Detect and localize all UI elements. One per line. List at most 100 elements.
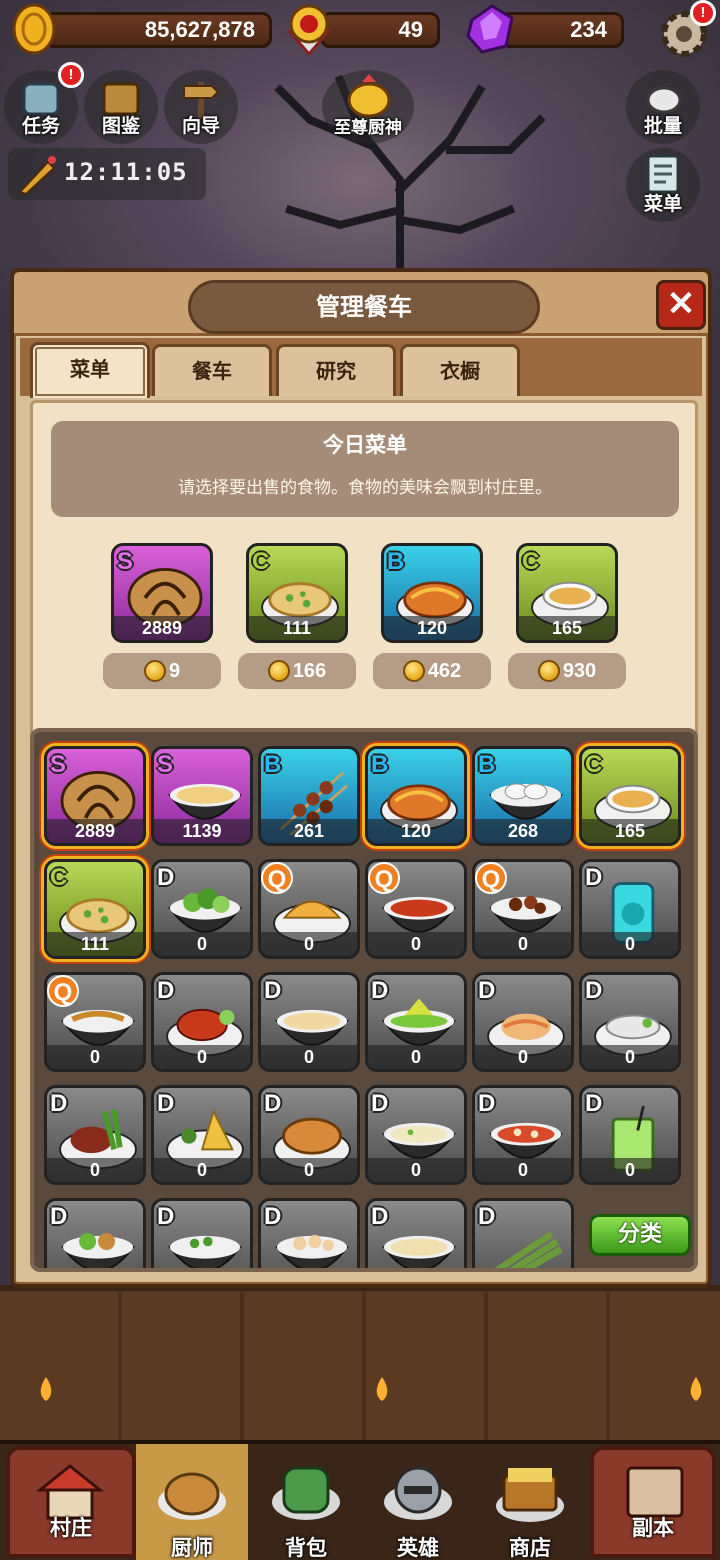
food-item-card[interactable]: D <box>472 1198 574 1268</box>
food-item-card[interactable]: D0 <box>472 972 574 1072</box>
quest-alert-badge: ! <box>58 62 84 88</box>
food-count: 120 <box>384 616 480 640</box>
rank-badge: D <box>264 1090 282 1117</box>
today-menu-slot[interactable]: B 120 <box>381 543 483 643</box>
gold-counter: 85,627,878 <box>44 12 272 48</box>
nav-village[interactable]: 村庄 <box>6 1446 136 1558</box>
rank-badge: C <box>252 548 270 575</box>
food-item-card[interactable]: D0 <box>579 1085 681 1185</box>
price-tag: 166 <box>238 653 356 689</box>
tab-bar: 菜单 餐车 研究 衣橱 <box>20 338 702 398</box>
rank-badge: D <box>50 1090 68 1117</box>
asparagus-icon <box>494 1231 563 1268</box>
food-item-card[interactable]: D0 <box>258 972 360 1072</box>
food-item-card[interactable]: D0 <box>151 1085 253 1185</box>
nav-dungeon[interactable]: 副本 <box>590 1446 716 1558</box>
food-item-card[interactable]: D0 <box>151 859 253 959</box>
pea-bowl-icon <box>168 1235 242 1268</box>
food-item-card[interactable]: D0 <box>472 1085 574 1185</box>
nav-chef[interactable]: 厨师 <box>136 1444 248 1560</box>
nav-hero[interactable]: 英雄 <box>362 1444 474 1560</box>
food-count: 165 <box>519 616 615 640</box>
treasure-chest-icon <box>496 1468 564 1522</box>
tab-food-truck[interactable]: 餐车 <box>152 344 272 396</box>
food-item-card[interactable]: D <box>258 1198 360 1268</box>
food-item-card[interactable]: C 165 <box>579 746 681 846</box>
torch-icon <box>40 1377 52 1433</box>
food-item-card[interactable]: S 1139 <box>151 746 253 846</box>
food-count: 0 <box>475 1045 571 1069</box>
food-count: 2889 <box>47 819 143 843</box>
close-icon: ✕ <box>666 285 696 323</box>
food-count: 111 <box>47 932 143 956</box>
food-item-card[interactable]: D <box>151 1198 253 1268</box>
today-menu-slot[interactable]: S 2889 <box>111 543 213 643</box>
nav-bag-label: 背包 <box>285 1536 327 1560</box>
food-item-card[interactable]: D0 <box>258 1085 360 1185</box>
food-count: 0 <box>368 932 464 956</box>
food-item-card[interactable]: S 2889 <box>44 746 146 846</box>
food-item-card[interactable]: Q0 <box>472 859 574 959</box>
chef-god-button[interactable]: 至尊厨神 <box>322 70 414 144</box>
food-item-card[interactable]: D0 <box>44 1085 146 1185</box>
menu-button[interactable]: 菜单 <box>626 148 700 222</box>
seafood-bowl-icon <box>275 1234 349 1268</box>
gold-coin-icon <box>267 660 290 682</box>
today-menu-slot[interactable]: C 111 <box>246 543 348 643</box>
food-item-card[interactable]: B 261 <box>258 746 360 846</box>
food-item-card[interactable]: B 120 <box>365 746 467 846</box>
food-count: 0 <box>47 1045 143 1069</box>
event-timer[interactable]: 12:11:05 <box>8 148 206 200</box>
food-item-card[interactable]: Q0 <box>365 859 467 959</box>
torch-icon <box>376 1377 388 1433</box>
tab-research[interactable]: 研究 <box>276 344 396 396</box>
today-menu-slot[interactable]: C 165 <box>516 543 618 643</box>
food-item-card[interactable]: Q0 <box>258 859 360 959</box>
food-item-card[interactable]: C 111 <box>44 859 146 959</box>
rank-badge: D <box>585 864 603 891</box>
roast-chicken-icon <box>158 1472 226 1520</box>
collection-label: 图鉴 <box>101 115 140 137</box>
food-item-card[interactable]: Q0 <box>44 972 146 1072</box>
rank-badge: D <box>264 977 282 1004</box>
tab-wardrobe[interactable]: 衣橱 <box>400 344 520 396</box>
food-item-card[interactable]: D <box>44 1198 146 1268</box>
food-item-card[interactable]: D <box>365 1198 467 1268</box>
rank-badge: S <box>157 751 174 778</box>
gold-coin-icon <box>537 660 560 682</box>
food-count: 120 <box>368 819 464 843</box>
food-count: 268 <box>475 819 571 843</box>
rank-badge: D <box>157 1090 175 1117</box>
timer-text: 12:11:05 <box>64 158 188 186</box>
close-button[interactable]: ✕ <box>656 280 706 330</box>
guide-button[interactable]: 向导 <box>164 70 238 144</box>
price-value: 930 <box>562 659 597 682</box>
rank-badge: Q <box>47 975 79 1007</box>
collection-button[interactable]: 图鉴 <box>84 70 158 144</box>
wooden-floor <box>0 1285 720 1445</box>
nav-shop[interactable]: 商店 <box>474 1444 586 1560</box>
price-value: 462 <box>427 659 462 682</box>
food-item-card[interactable]: D0 <box>579 972 681 1072</box>
tab-menu[interactable]: 菜单 <box>30 342 150 398</box>
medal-icon <box>286 4 332 56</box>
batch-button[interactable]: 批量 <box>626 70 700 144</box>
food-count: 0 <box>154 1158 250 1182</box>
food-item-card[interactable]: D0 <box>365 1085 467 1185</box>
rank-badge: D <box>585 1090 603 1117</box>
sort-button[interactable]: 分类 <box>589 1214 691 1256</box>
rank-badge: C <box>50 864 68 891</box>
rank-badge: B <box>387 548 405 575</box>
rank-badge: C <box>522 548 540 575</box>
food-count: 0 <box>261 1158 357 1182</box>
food-count: 0 <box>368 1045 464 1069</box>
food-item-card[interactable]: D0 <box>365 972 467 1072</box>
rank-badge: D <box>585 977 603 1004</box>
food-item-card[interactable]: B 268 <box>472 746 574 846</box>
nav-bag[interactable]: 背包 <box>250 1444 362 1560</box>
food-item-card[interactable]: D0 <box>151 972 253 1072</box>
rank-badge: B <box>371 751 389 778</box>
menu-label: 菜单 <box>643 193 682 215</box>
gem-value: 234 <box>570 17 607 42</box>
food-item-card[interactable]: D0 <box>579 859 681 959</box>
